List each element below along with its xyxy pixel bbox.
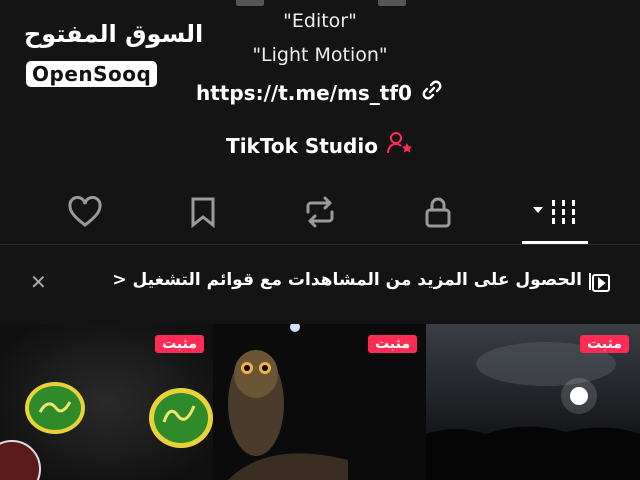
video-thumbnail-3[interactable]: مثبت <box>426 324 640 480</box>
tab-videos[interactable] <box>520 190 590 238</box>
tiktok-studio-link[interactable]: TikTok Studio <box>0 130 640 161</box>
decor-right <box>378 0 406 6</box>
studio-person-star-icon <box>386 130 414 161</box>
close-icon[interactable]: ✕ <box>30 270 47 294</box>
tab-favorites[interactable] <box>173 190 233 238</box>
bookmark-icon <box>189 196 217 232</box>
lock-icon <box>423 195 453 233</box>
pinned-badge: مثبت <box>580 335 629 353</box>
tab-liked[interactable] <box>55 190 115 238</box>
link-icon <box>420 78 444 107</box>
bio-link[interactable]: https://t.me/ms_tf0 <box>0 78 640 107</box>
video-thumbnail-2[interactable]: مثبت <box>213 324 426 480</box>
studio-label[interactable]: TikTok Studio <box>226 134 378 158</box>
tab-private[interactable] <box>408 190 468 238</box>
decor-left <box>236 0 264 6</box>
pinned-badge: مثبت <box>155 335 204 353</box>
tab-divider <box>0 244 640 245</box>
pinned-badge: مثبت <box>368 335 417 353</box>
bio-line-light-motion: "Light Motion" <box>252 44 388 66</box>
profile-tab-bar <box>0 190 640 245</box>
playlist-icon <box>588 270 612 298</box>
promo-text[interactable]: الحصول على المزيد من المشاهدات مع قوائم … <box>112 270 582 290</box>
chevron-left-icon: < <box>112 270 127 290</box>
grid-icon <box>530 197 580 231</box>
heart-icon <box>67 195 103 232</box>
bio-link-text[interactable]: https://t.me/ms_tf0 <box>196 81 412 105</box>
video-thumbnail-1[interactable]: مثبت <box>0 324 213 480</box>
bio-line-editor: "Editor" <box>283 10 357 32</box>
playlist-promo-banner[interactable]: ✕ الحصول على المزيد من المشاهدات مع قوائ… <box>0 262 640 306</box>
repost-icon <box>302 196 338 232</box>
tab-reposts[interactable] <box>290 190 350 238</box>
